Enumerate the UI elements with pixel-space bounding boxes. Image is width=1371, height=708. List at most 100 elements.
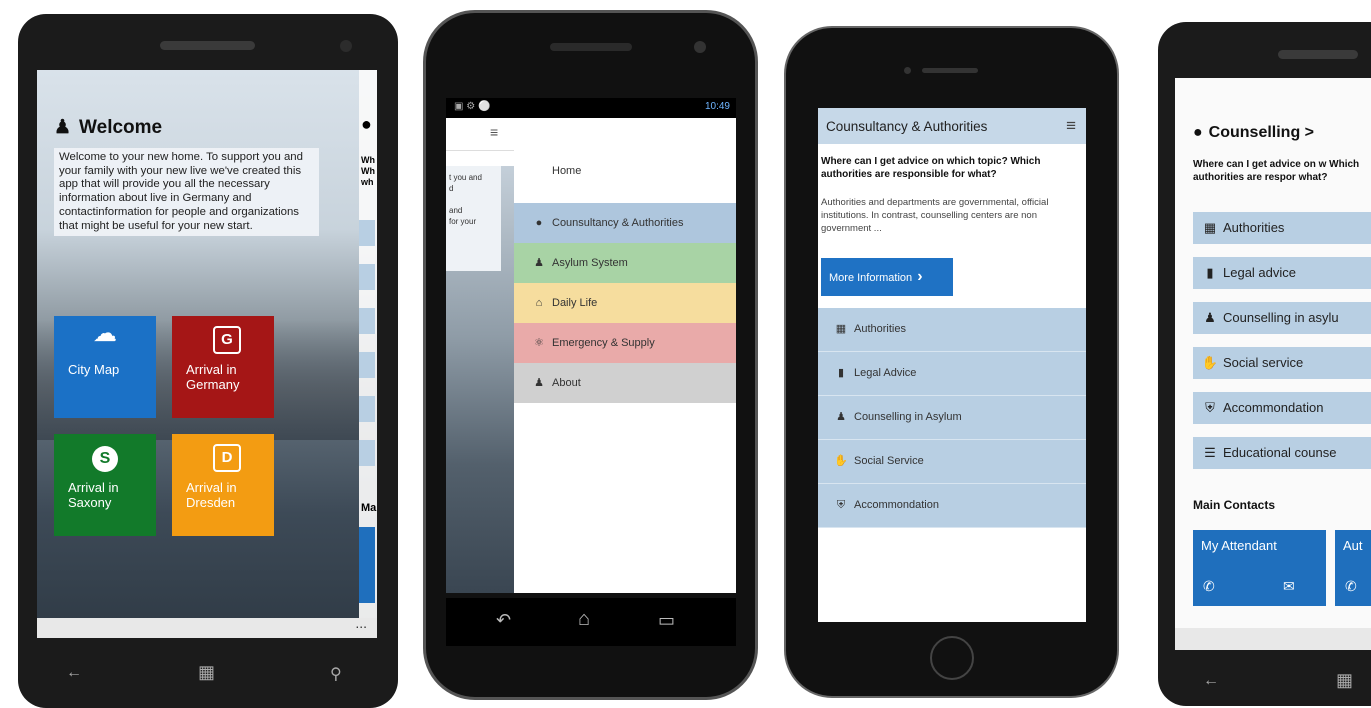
more-information-button[interactable]: More Information › xyxy=(821,258,953,296)
counselling-screen: ● Counselling > Where can I get advice on… xyxy=(1175,78,1371,650)
list-item-accommodation[interactable]: ⛨ Accommondation xyxy=(1193,392,1371,424)
iphone: Counsultancy & Authorities ≡ Where can I… xyxy=(784,26,1119,698)
tile-arrival-germany[interactable]: G Arrival in Germany xyxy=(172,316,274,418)
more-options-button[interactable]: ... xyxy=(355,615,367,631)
app-header-peek: ≡ xyxy=(446,118,514,151)
speaker xyxy=(160,41,255,50)
back-icon[interactable]: ← xyxy=(1203,672,1219,690)
speaker xyxy=(1278,50,1358,59)
peek-row xyxy=(359,220,375,246)
back-icon[interactable]: ← xyxy=(66,664,82,682)
page-title: ♟ Welcome xyxy=(54,117,163,138)
peek-row xyxy=(359,396,375,422)
menu-item-home[interactable]: Home xyxy=(514,152,736,190)
home-button-icon[interactable]: ⌂ xyxy=(578,608,590,631)
navigation-drawer-screen: ≡ t you and d and for your Home ● Counsul… xyxy=(446,118,736,593)
list-item-accommodation[interactable]: ⛨ Accommondation xyxy=(818,484,1086,528)
home-icon: ⌂ xyxy=(535,297,543,309)
person-icon: ♟ xyxy=(534,257,544,269)
book-icon: ▮ xyxy=(837,367,845,379)
camera xyxy=(694,41,706,53)
body-text: Authorities and departments are governme… xyxy=(821,197,1049,234)
mail-icon[interactable]: ✉ xyxy=(1283,578,1295,595)
android-nav-bar: ↶ ⌂ ▭ xyxy=(446,598,736,646)
hands-icon: ✋ xyxy=(834,455,848,467)
windows-phone-2: ● Counselling > Where can I get advice on… xyxy=(1158,22,1371,706)
list-item-social-service[interactable]: ✋ Social service xyxy=(1193,347,1371,379)
question-text: Where can I get advice on w Which author… xyxy=(1193,159,1360,183)
page-title: Counsultancy & Authorities xyxy=(826,119,988,134)
group-icon: ♟ xyxy=(836,411,846,423)
list-item-legal-advice[interactable]: ▮ Legal Advice xyxy=(818,352,1086,396)
peek-row xyxy=(359,440,375,466)
phone-icon[interactable]: ✆ xyxy=(1345,578,1357,595)
peek-row xyxy=(359,264,375,290)
windows-nav-bar: ← ▦ ⚲ xyxy=(18,654,398,694)
building-icon: ▦ xyxy=(1203,220,1217,235)
windows-phone-1: ♟ Welcome Welcome to your new home. To su… xyxy=(18,14,398,708)
home-button[interactable] xyxy=(930,636,974,680)
menu-item-daily-life[interactable]: ⌂ Daily Life xyxy=(514,283,736,323)
hands-icon: ✋ xyxy=(1201,355,1219,370)
speaker xyxy=(550,43,632,51)
list-item-authorities[interactable]: ▦ Authorities xyxy=(1193,212,1371,244)
chevron-right-icon: › xyxy=(917,268,923,285)
menu-item-asylum[interactable]: ♟ Asylum System xyxy=(514,243,736,283)
notification-icons: ▣ ⚙ ⚪ xyxy=(454,101,491,112)
menu-item-emergency[interactable]: ⚛ Emergency & Supply xyxy=(514,323,736,363)
back-icon[interactable]: ↶ xyxy=(496,610,511,631)
hamburger-menu-icon[interactable]: ≡ xyxy=(1066,116,1076,136)
windows-nav-bar: ← ▦ xyxy=(1158,662,1371,702)
next-section-peek: ● Wh Wh wh Ma xyxy=(359,70,377,618)
shield-icon: ⛨ xyxy=(836,499,846,511)
map-icon: ☁ xyxy=(93,320,117,347)
peek-contact-tile xyxy=(359,527,375,603)
windows-start-icon[interactable]: ▦ xyxy=(198,662,215,683)
list-item-authorities[interactable]: ▦ Authorities xyxy=(818,308,1086,352)
contact-tile-attendant[interactable]: My Attendant ✆ ✉ xyxy=(1193,530,1326,606)
question-text: Where can I get advice on which topic? W… xyxy=(821,156,1041,180)
list-item-counselling[interactable]: ♟ Counselling in asylu xyxy=(1193,302,1371,334)
tile-arrival-saxony[interactable]: S Arrival in Saxony xyxy=(54,434,156,536)
emergency-icon: ⚛ xyxy=(534,337,544,349)
phone-icon[interactable]: ✆ xyxy=(1203,578,1215,595)
tile-city-map[interactable]: ☁ City Map xyxy=(54,316,156,418)
menu-item-about[interactable]: ♟ About xyxy=(514,363,736,403)
speech-bubble-icon: ● xyxy=(535,217,543,229)
peek-row xyxy=(359,308,375,334)
search-icon[interactable]: ⚲ xyxy=(330,664,342,684)
group-icon: ♟ xyxy=(1204,310,1216,325)
building-icon: ▦ xyxy=(835,323,847,335)
letter-d-icon: D xyxy=(213,444,241,472)
person-icon: ♟ xyxy=(534,377,544,389)
speech-bubble-icon: ● xyxy=(1193,124,1203,141)
tile-arrival-dresden[interactable]: D Arrival in Dresden xyxy=(172,434,274,536)
camera xyxy=(904,67,911,74)
menu-item-consultancy[interactable]: ● Counsultancy & Authorities xyxy=(514,203,736,243)
peek-row xyxy=(359,352,375,378)
welcome-screen: ♟ Welcome Welcome to your new home. To su… xyxy=(37,70,377,638)
list-item-social-service[interactable]: ✋ Social Service xyxy=(818,440,1086,484)
android-phone: ▣ ⚙ ⚪ 10:49 ≡ t you and d and for your H… xyxy=(423,10,758,700)
book-icon: ▮ xyxy=(1206,265,1214,280)
list-item-counselling[interactable]: ♟ Counselling in Asylum xyxy=(818,396,1086,440)
windows-start-icon[interactable]: ▦ xyxy=(1336,670,1353,691)
contact-tile-authority[interactable]: Aut ✆ xyxy=(1335,530,1371,606)
person-icon: ♟ xyxy=(54,117,72,138)
speaker xyxy=(922,68,978,73)
list-item-legal-advice[interactable]: ▮ Legal advice xyxy=(1193,257,1371,289)
consultancy-screen: Counsultancy & Authorities ≡ Where can I… xyxy=(818,108,1086,622)
speech-bubble-icon: ● xyxy=(361,114,372,134)
status-bar: ▣ ⚙ ⚪ 10:49 xyxy=(446,98,736,118)
letter-s-icon: S xyxy=(92,446,118,472)
section-title: Main Contacts xyxy=(1193,498,1276,512)
recent-apps-icon[interactable]: ▭ xyxy=(658,610,675,631)
graduation-cap-icon: ☰ xyxy=(1204,445,1216,460)
list-item-education[interactable]: ☰ Educational counse xyxy=(1193,437,1371,469)
content-peek: t you and d and for your xyxy=(446,166,501,271)
welcome-text: Welcome to your new home. To support you… xyxy=(54,148,319,237)
letter-g-icon: G xyxy=(213,326,241,354)
status-time: 10:49 xyxy=(704,101,730,112)
shield-icon: ⛨ xyxy=(1205,400,1215,415)
hamburger-menu-icon[interactable]: ≡ xyxy=(490,124,498,140)
